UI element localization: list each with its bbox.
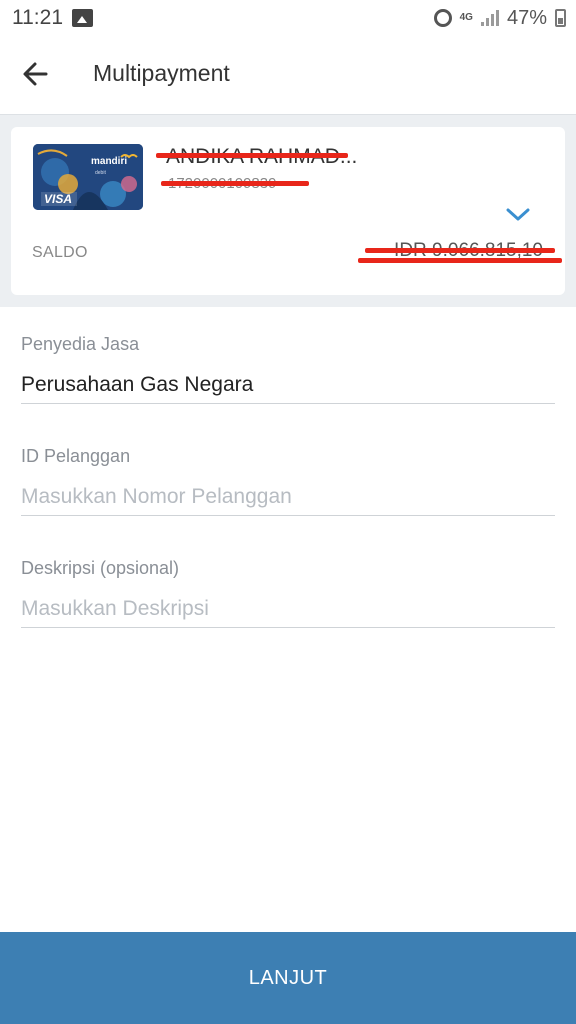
provider-label: Penyedia Jasa	[21, 334, 140, 354]
redaction-mark	[365, 248, 555, 253]
status-icons: 4G 47%	[433, 5, 566, 31]
redaction-mark	[161, 181, 309, 186]
card-network-logo: VISA	[44, 192, 72, 206]
redaction-mark	[358, 258, 562, 263]
network-type: 4G	[459, 12, 473, 23]
customer-id-input[interactable]	[21, 485, 555, 516]
page-title: Multipayment	[93, 60, 230, 86]
status-bar: 11:21 4G 47%	[0, 0, 576, 36]
battery-percent: 47%	[506, 6, 547, 29]
debit-card-image: mandiri debit VISA	[33, 144, 143, 210]
provider-input[interactable]	[21, 373, 555, 404]
customer-id-label: ID Pelanggan	[21, 446, 131, 466]
description-field: Deskripsi (opsional)	[21, 558, 555, 628]
redaction-mark	[156, 153, 348, 158]
app-bar: Multipayment	[0, 36, 576, 114]
description-label: Deskripsi (opsional)	[21, 558, 180, 578]
description-input[interactable]	[21, 597, 555, 628]
customer-id-field: ID Pelanggan	[21, 446, 555, 516]
status-time: 11:21	[12, 6, 63, 29]
account-section: mandiri debit VISA ANDIKA RAHMAD... 1720…	[0, 114, 576, 307]
alarm-icon	[433, 9, 452, 27]
account-selector[interactable]: mandiri debit VISA ANDIKA RAHMAD... 1720…	[11, 127, 565, 295]
continue-button[interactable]: LANJUT	[0, 932, 576, 1024]
arrow-left-icon	[23, 62, 48, 86]
back-button[interactable]	[18, 56, 54, 92]
provider-field: Penyedia Jasa	[21, 334, 555, 404]
gallery-notification-icon	[72, 9, 93, 27]
balance-label: SALDO	[32, 244, 88, 261]
signal-icon	[480, 10, 499, 26]
card-bank-name: mandiri	[91, 156, 127, 167]
card-type-label: debit	[95, 170, 106, 176]
chevron-down-icon[interactable]	[505, 207, 531, 223]
battery-icon	[555, 9, 566, 27]
